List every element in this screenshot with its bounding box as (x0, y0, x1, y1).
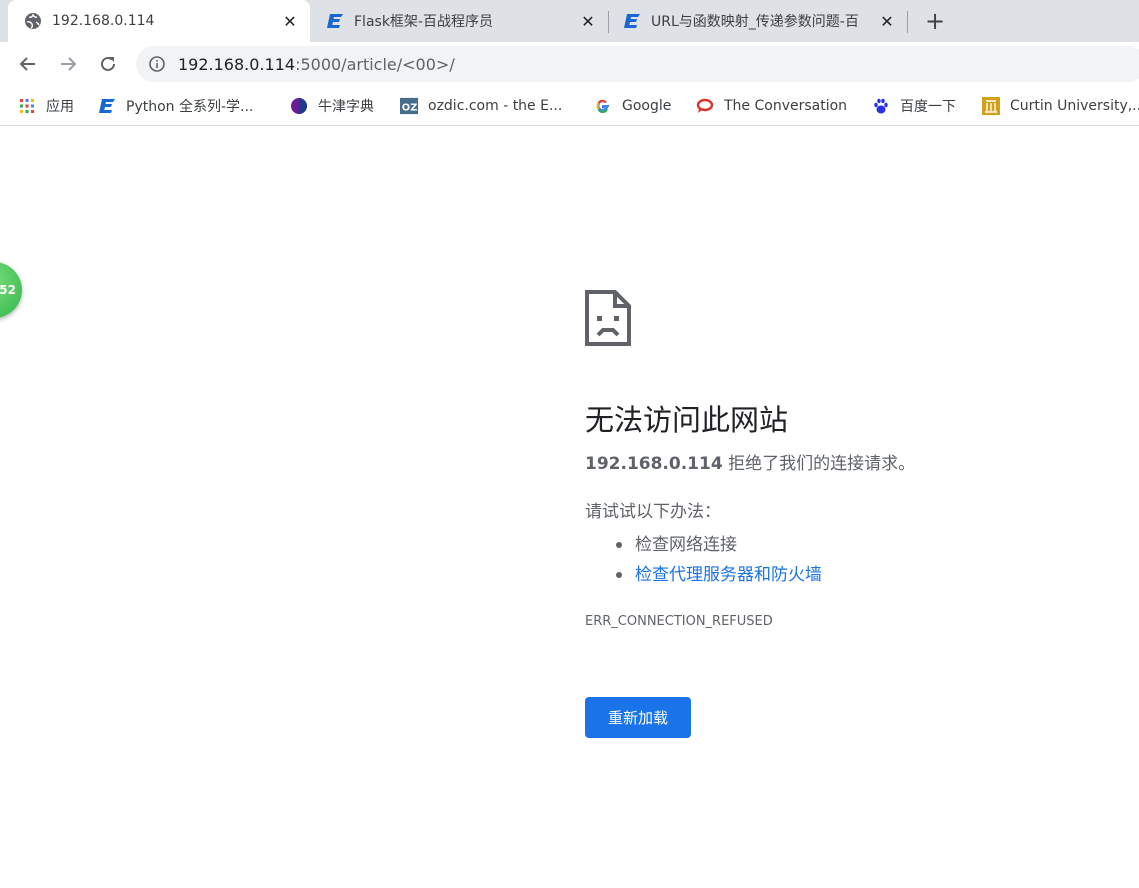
error-code: ERR_CONNECTION_REFUSED (585, 614, 773, 629)
tab-title: Flask框架-百战程序员 (354, 14, 493, 30)
url-text: 192.168.0.114:5000/article/<00>/ (178, 55, 455, 74)
error-host: 192.168.0.114 (585, 454, 723, 474)
new-tab-icon[interactable]: + (922, 7, 948, 35)
address-bar[interactable]: 192.168.0.114:5000/article/<00>/ (136, 46, 1139, 82)
svg-text:OZ: OZ (402, 103, 418, 114)
tab-active[interactable]: 192.168.0.114 ✕ (8, 0, 310, 42)
forward-arrow-icon[interactable] (54, 50, 82, 78)
google-icon (594, 97, 612, 115)
bookmark-oxford[interactable]: 牛津字典 (290, 95, 374, 117)
bookmark-curtin[interactable]: Curtin University,... (982, 95, 1139, 117)
bz-logo-icon (623, 12, 641, 30)
apps-grid-icon (18, 97, 36, 115)
url-path: :5000/article/<00>/ (295, 54, 455, 74)
bz-logo-icon (98, 97, 116, 115)
back-arrow-icon[interactable] (14, 50, 42, 78)
bookmark-ozdic[interactable]: OZ ozdic.com - the E... (400, 95, 562, 117)
tab-flask[interactable]: Flask框架-百战程序员 ✕ (310, 0, 608, 42)
oxford-icon (290, 97, 308, 115)
tab-title: 192.168.0.114 (52, 13, 155, 29)
suggestions-list: 检查网络连接 检查代理服务器和防火墙 (585, 530, 1125, 590)
toolbar: 192.168.0.114:5000/article/<00>/ (0, 42, 1139, 86)
conversation-icon (696, 97, 714, 115)
error-message: 拒绝了我们的连接请求。 (722, 454, 916, 474)
bookmark-label: 应用 (46, 99, 74, 115)
url-host: 192.168.0.114 (178, 54, 296, 74)
floating-ball-widget[interactable]: 52 (0, 262, 22, 318)
tab-url-mapping[interactable]: URL与函数映射_传递参数问题-百 ✕ (609, 0, 907, 42)
info-icon[interactable] (148, 55, 166, 73)
curtin-icon (982, 97, 1000, 115)
globe-icon (24, 12, 42, 30)
bookmark-apps[interactable]: 应用 (18, 95, 74, 117)
bookmark-python[interactable]: Python 全系列-学... (98, 95, 253, 117)
oz-icon: OZ (400, 97, 418, 115)
tab-close-icon[interactable]: ✕ (578, 11, 598, 31)
floating-ball-count: 52 (0, 283, 16, 297)
error-page: 无法访问此网站 192.168.0.114 拒绝了我们的连接请求。 请试试以下办… (585, 290, 1125, 738)
tab-title: URL与函数映射_传递参数问题-百 (651, 14, 859, 30)
bookmark-conversation[interactable]: The Conversation (696, 95, 847, 117)
tab-separator (907, 11, 908, 33)
baidu-paw-icon (872, 97, 890, 115)
suggestion-check-proxy-link[interactable]: 检查代理服务器和防火墙 (585, 560, 1125, 590)
bookmark-label: Python 全系列-学... (126, 99, 254, 115)
sad-page-icon (585, 290, 631, 346)
tab-close-icon[interactable]: ✕ (280, 11, 300, 31)
tab-strip: 192.168.0.114 ✕ Flask框架-百战程序员 ✕ URL与函数映射… (0, 0, 1139, 42)
bookmarks-bar: 应用 Python 全系列-学... 牛津字典 OZ ozdic.com - t… (0, 86, 1139, 126)
error-title: 无法访问此网站 (585, 403, 789, 437)
suggestion-check-network: 检查网络连接 (585, 530, 1125, 560)
bookmark-label: The Conversation (724, 98, 848, 114)
bz-logo-icon (326, 12, 344, 30)
bookmark-label: Curtin University,... (1010, 98, 1139, 114)
bookmark-label: Google (622, 98, 672, 114)
bookmark-label: 百度一下 (900, 99, 956, 115)
bookmark-baidu[interactable]: 百度一下 (872, 95, 956, 117)
bookmark-label: ozdic.com - the E... (428, 98, 563, 114)
tab-close-icon[interactable]: ✕ (877, 11, 897, 31)
bookmark-google[interactable]: Google (594, 95, 671, 117)
error-description: 192.168.0.114 拒绝了我们的连接请求。 (585, 452, 1125, 476)
reload-button[interactable]: 重新加载 (585, 697, 691, 738)
reload-icon[interactable] (94, 50, 122, 78)
suggestions-heading: 请试试以下办法： (585, 502, 721, 522)
bookmark-label: 牛津字典 (318, 99, 374, 115)
